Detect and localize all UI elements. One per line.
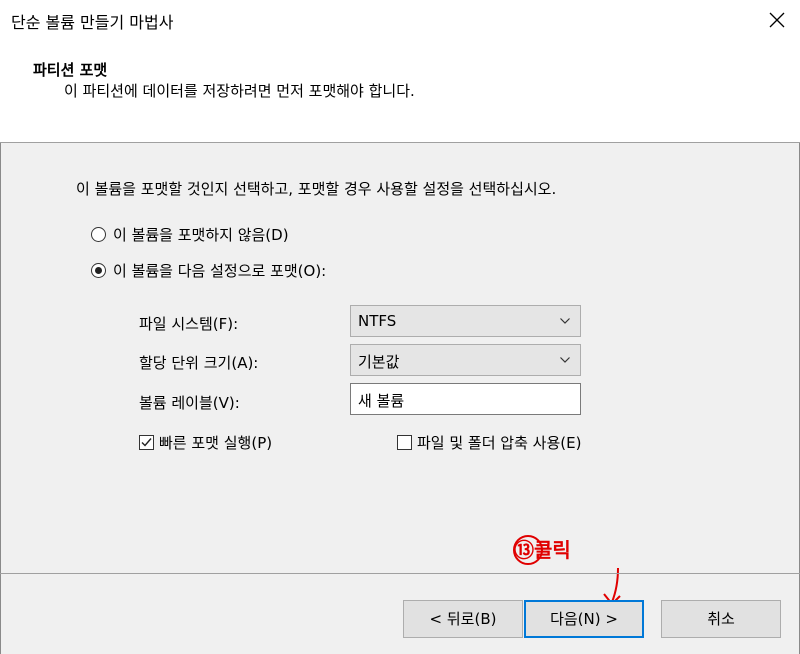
radio-format-indicator[interactable] (91, 263, 106, 278)
quick-format-checkbox[interactable]: 빠른 포맷 실행(P) (139, 432, 272, 453)
footer-separator (0, 573, 800, 574)
file-system-label: 파일 시스템(F): (139, 315, 239, 333)
close-button[interactable] (754, 0, 800, 40)
allocation-unit-value: 기본값 (358, 353, 400, 371)
allocation-unit-label: 할당 단위 크기(A): (139, 354, 259, 372)
file-system-select[interactable]: NTFS (350, 305, 581, 337)
title-bar: 단순 볼륨 만들기 마법사 (0, 0, 800, 40)
back-button[interactable]: < 뒤로(B) (403, 600, 523, 638)
radio-no-format-label: 이 볼륨을 포맷하지 않음(D) (113, 226, 289, 244)
page-subtitle: 이 파티션에 데이터를 저장하려면 먼저 포맷해야 합니다. (64, 82, 415, 100)
quick-format-check-indicator[interactable] (139, 435, 154, 450)
volume-label-value: 새 볼륨 (358, 392, 405, 410)
radio-no-format[interactable]: 이 볼륨을 포맷하지 않음(D) (91, 224, 289, 245)
allocation-unit-select[interactable]: 기본값 (350, 344, 581, 376)
close-icon (769, 12, 785, 28)
wizard-header: 파티션 포맷 이 파티션에 데이터를 저장하려면 먼저 포맷해야 합니다. (0, 40, 800, 143)
click-annotation: ⑬클릭 (500, 520, 640, 610)
compression-label: 파일 및 폴더 압축 사용(E) (417, 434, 582, 452)
radio-format[interactable]: 이 볼륨을 다음 설정으로 포맷(O): (91, 260, 326, 281)
annotation-text: ⑬클릭 (514, 538, 571, 562)
window-title: 단순 볼륨 만들기 마법사 (11, 13, 174, 32)
radio-format-label: 이 볼륨을 다음 설정으로 포맷(O): (113, 262, 327, 280)
checkmark-icon (141, 438, 152, 447)
radio-no-format-indicator[interactable] (91, 227, 106, 242)
compression-check-indicator[interactable] (397, 435, 412, 450)
instruction-text: 이 볼륨을 포맷할 것인지 선택하고, 포맷할 경우 사용할 설정을 선택하십시… (76, 180, 557, 198)
volume-label-input[interactable]: 새 볼륨 (350, 383, 581, 415)
page-title: 파티션 포맷 (33, 61, 108, 79)
cancel-button[interactable]: 취소 (661, 600, 781, 638)
file-system-value: NTFS (358, 312, 397, 330)
quick-format-label: 빠른 포맷 실행(P) (159, 434, 273, 452)
chevron-down-icon (560, 357, 570, 363)
volume-label-label: 볼륨 레이블(V): (139, 394, 240, 412)
chevron-down-icon (560, 318, 570, 324)
next-button[interactable]: 다음(N) > (524, 600, 644, 638)
compression-checkbox[interactable]: 파일 및 폴더 압축 사용(E) (397, 432, 581, 453)
